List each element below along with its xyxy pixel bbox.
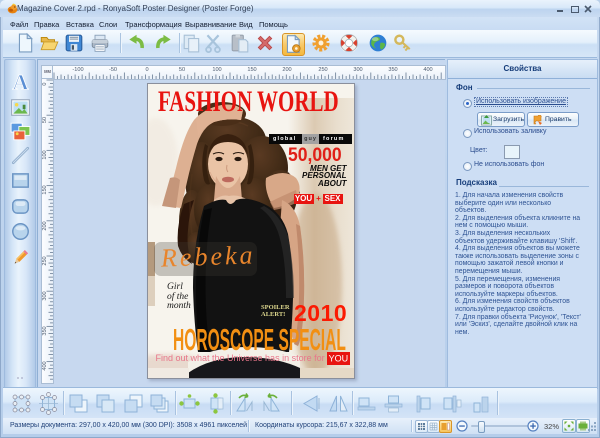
svg-text:A: A (13, 72, 29, 93)
